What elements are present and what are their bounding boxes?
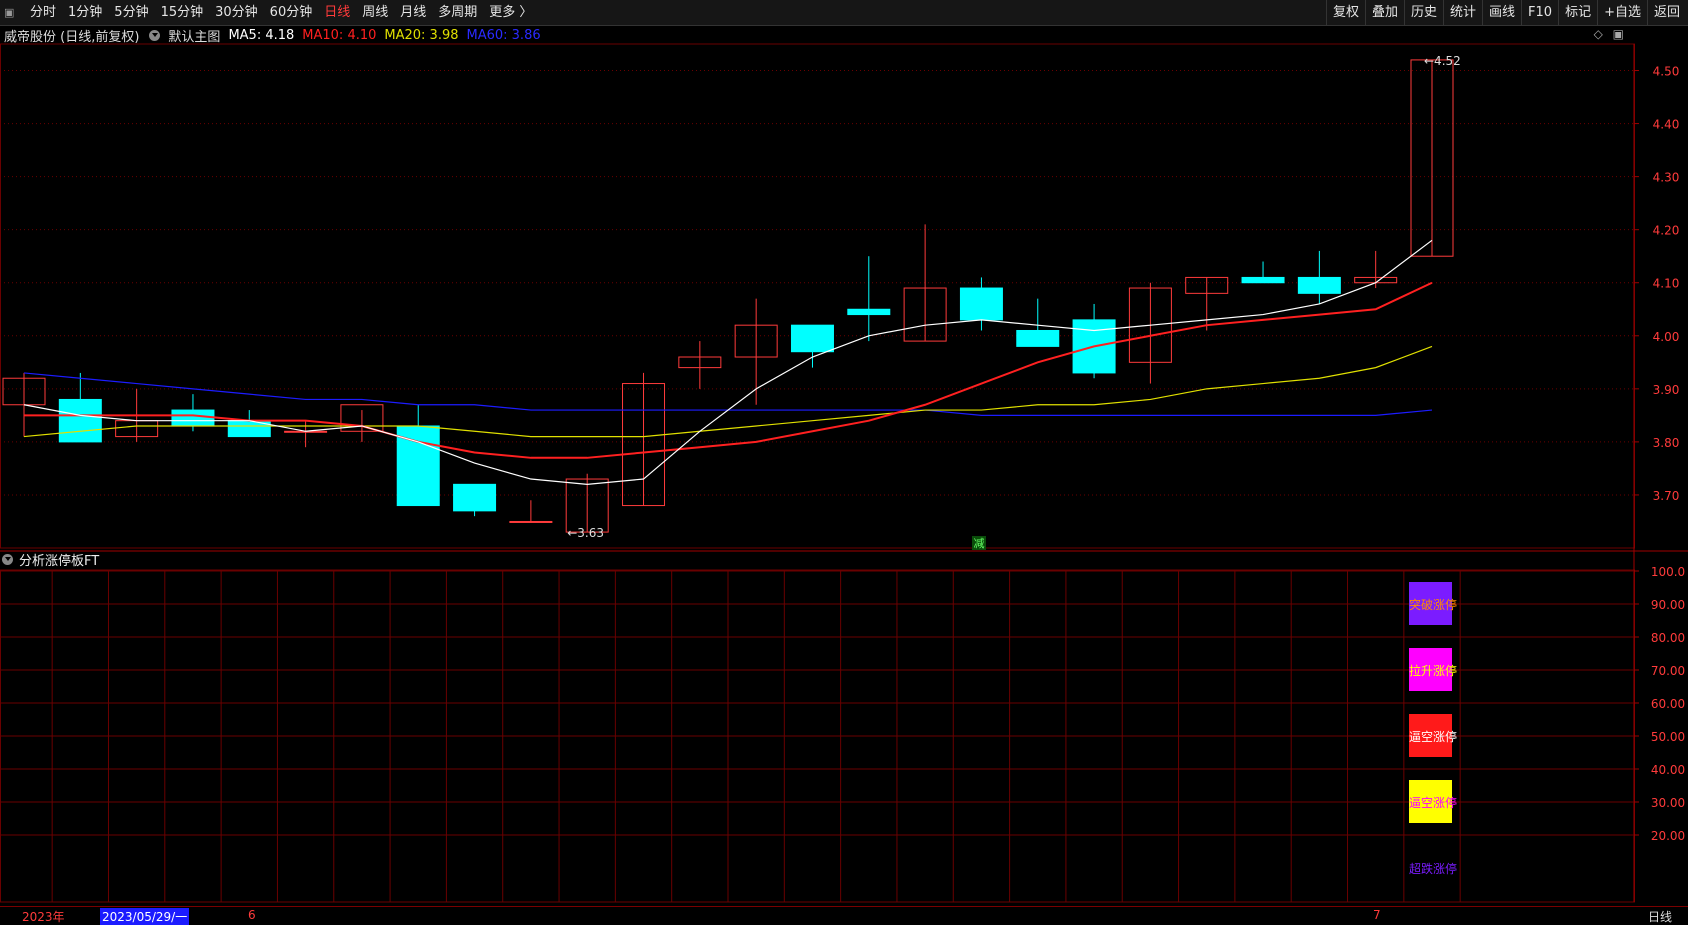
indicator-header: 分析涨停板FT [0, 550, 100, 569]
legend-label: 超跌涨停 [1409, 861, 1457, 876]
indicator-menu-icon[interactable] [2, 553, 13, 565]
indicator-tick-label: 100.0 [1651, 565, 1685, 579]
legend-label: 逼空涨停 [1409, 729, 1457, 744]
y-tick-label: 3.70 [1653, 489, 1680, 503]
candle-body [1241, 276, 1285, 284]
month-6-label: 6 [248, 908, 256, 922]
candle-body [1016, 329, 1060, 347]
indicator-tick-label: 40.00 [1651, 763, 1685, 777]
high-marker: ←4.52 [1424, 54, 1461, 68]
candle-body [790, 324, 834, 353]
period-label[interactable]: 日线 [1648, 908, 1672, 925]
cursor-date: 2023/05/29/一 [100, 908, 190, 925]
indicator-tick-label: 30.00 [1651, 796, 1685, 810]
candle-body [847, 308, 891, 316]
candle-body [171, 409, 215, 427]
main-panel-border [0, 43, 1635, 549]
year-label: 2023年 [22, 910, 65, 924]
ma60-line [23, 372, 1433, 416]
legend-label: 逼空涨停 [1409, 795, 1457, 810]
y-tick-label: 3.80 [1653, 436, 1680, 450]
center-marker: 减 [974, 537, 985, 550]
y-tick-label: 4.00 [1653, 330, 1680, 344]
date-axis-bar: 2023年 2023/05/29/一 6 7 日线 [0, 906, 1688, 925]
indicator-tick-label: 50.00 [1651, 730, 1685, 744]
candle-body [509, 520, 553, 523]
indicator-tick-label: 80.00 [1651, 631, 1685, 645]
indicator-tick-label: 20.00 [1651, 829, 1685, 843]
y-tick-label: 4.10 [1653, 277, 1680, 291]
y-tick-label: 3.90 [1653, 383, 1680, 397]
candle-body [1297, 276, 1341, 294]
y-tick-label: 4.50 [1653, 65, 1680, 79]
candle-body [959, 287, 1003, 321]
y-tick-label: 4.20 [1653, 224, 1680, 238]
indicator-title: 分析涨停板FT [19, 553, 100, 569]
low-marker: ←3.63 [567, 526, 604, 540]
y-tick-label: 4.30 [1653, 171, 1680, 185]
ma5-line [23, 239, 1433, 485]
kline-chart[interactable]: 3.70 3.80 3.90 4.00 4.10 4.20 4.30 4.40 4.50 ←4.5… [0, 0, 1688, 924]
legend-label: 拉升涨停 [1409, 663, 1457, 678]
candle-body [453, 483, 497, 512]
y-tick-label: 4.40 [1653, 118, 1680, 132]
legend-label: 突破涨停 [1409, 597, 1457, 612]
month-7-label: 7 [1373, 908, 1381, 922]
candle-body [58, 398, 102, 443]
indicator-tick-label: 90.00 [1651, 598, 1685, 612]
indicator-tick-label: 60.00 [1651, 697, 1685, 711]
indicator-tick-label: 70.00 [1651, 664, 1685, 678]
